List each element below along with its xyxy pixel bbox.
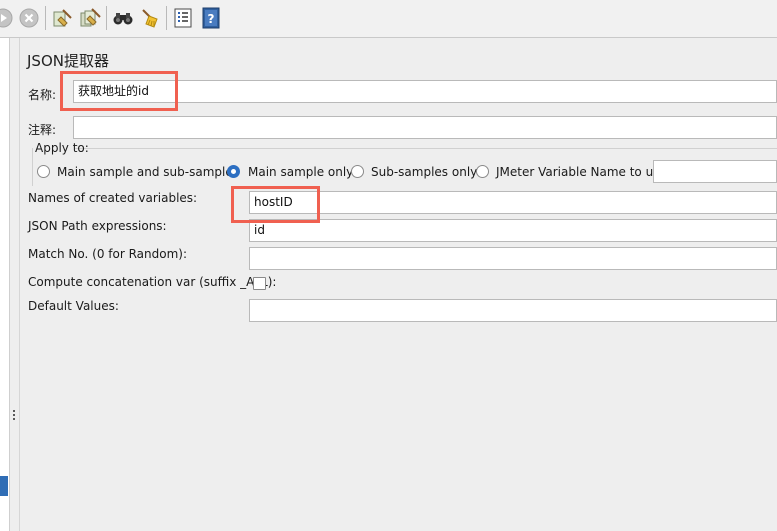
- match-no-label: Match No. (0 for Random):: [28, 247, 188, 261]
- tree-panel-edge: [0, 38, 10, 531]
- function-helper-icon[interactable]: [172, 7, 194, 29]
- divider-grip-dot: [13, 410, 15, 412]
- radio-jmeter-variable[interactable]: [476, 165, 489, 178]
- radio-sub-samples-only[interactable]: [351, 165, 364, 178]
- clear-icon[interactable]: [51, 7, 73, 29]
- concat-checkbox[interactable]: [253, 277, 266, 290]
- divider-grip-dot: [13, 414, 15, 416]
- radio-main-and-sub-samples[interactable]: [37, 165, 50, 178]
- var-names-input[interactable]: hostID: [249, 191, 777, 214]
- name-input[interactable]: 获取地址的id: [73, 80, 777, 103]
- help-icon[interactable]: ?: [200, 7, 222, 29]
- search-icon[interactable]: [112, 7, 134, 29]
- radio-jmeter-variable-label[interactable]: JMeter Variable Name to use: [496, 165, 667, 179]
- svg-text:?: ?: [208, 12, 215, 26]
- stop-icon[interactable]: [18, 7, 40, 29]
- toolbar: ?: [0, 0, 777, 38]
- comment-input[interactable]: [73, 116, 777, 139]
- radio-main-sample-only-label[interactable]: Main sample only: [248, 165, 353, 179]
- start-no-pauses-icon[interactable]: [0, 7, 14, 29]
- json-path-label: JSON Path expressions:: [28, 219, 167, 233]
- toolbar-separator: [106, 6, 107, 30]
- name-label: 名称:: [28, 88, 57, 102]
- json-path-input[interactable]: id: [249, 219, 777, 242]
- default-values-label: Default Values:: [28, 299, 119, 313]
- var-names-label: Names of created variables:: [28, 191, 198, 205]
- clear-all-icon[interactable]: [79, 7, 101, 29]
- concat-label: Compute concatenation var (suffix _ALL):: [28, 275, 277, 289]
- apply-to-label: Apply to:: [35, 141, 89, 155]
- toolbar-separator: [45, 6, 46, 30]
- radio-main-and-sub-samples-label[interactable]: Main sample and sub-samples: [57, 165, 239, 179]
- reset-search-icon[interactable]: [139, 7, 161, 29]
- radio-main-sample-only[interactable]: [227, 165, 240, 178]
- tree-selected-item[interactable]: [0, 476, 8, 496]
- radio-sub-samples-only-label[interactable]: Sub-samples only: [371, 165, 477, 179]
- apply-to-group-border: [75, 148, 777, 149]
- divider-grip-dot: [13, 418, 15, 420]
- match-no-input[interactable]: [249, 247, 777, 270]
- panel-title: JSON提取器: [27, 52, 109, 70]
- toolbar-separator: [166, 6, 167, 30]
- split-pane-divider[interactable]: [10, 38, 19, 531]
- apply-to-group-border: [32, 148, 33, 186]
- default-values-input[interactable]: [249, 299, 777, 322]
- json-extractor-panel: JSON提取器 名称: 获取地址的id 注释: Apply to: Main s…: [20, 38, 777, 531]
- comment-label: 注释:: [28, 123, 57, 137]
- jmeter-variable-input[interactable]: [653, 160, 777, 183]
